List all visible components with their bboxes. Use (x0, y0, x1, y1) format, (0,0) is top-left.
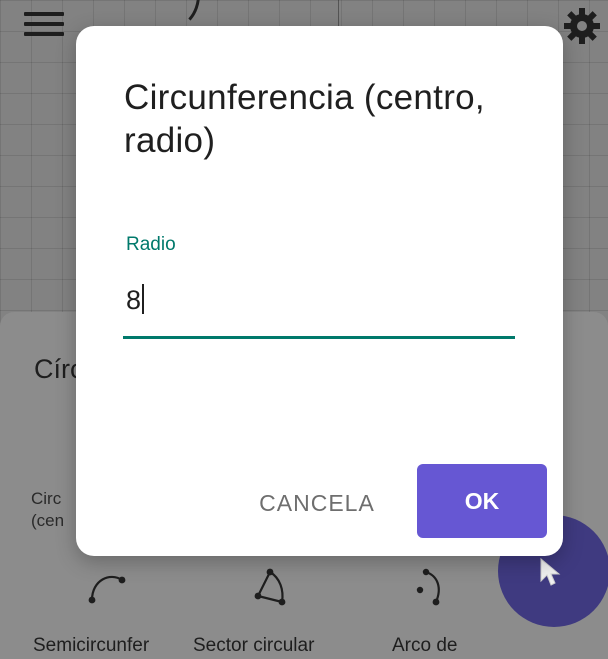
radius-input-underline (123, 336, 515, 339)
tool-label-line2: (cen (31, 511, 65, 530)
arc-icon[interactable] (412, 566, 452, 606)
tool-label-arc[interactable]: Arco de (392, 635, 457, 657)
circular-sector-icon[interactable] (250, 566, 290, 606)
tool-label-line1: Circ (31, 489, 62, 508)
radius-input-value: 8 (126, 285, 142, 315)
gear-icon[interactable] (562, 6, 602, 46)
dialog-title: Circunferencia (centro, radio) (124, 78, 485, 160)
tool-label-semicircle[interactable]: Semicircunfer (33, 635, 149, 657)
text-caret (142, 284, 145, 314)
ok-button[interactable]: OK (417, 464, 547, 538)
tool-circle-center-radius[interactable]: Circ (cen (31, 488, 64, 532)
radius-dialog: Circunferencia (centro, radio) Radio 8 C… (76, 26, 563, 556)
tool-label-sector[interactable]: Sector circular (193, 635, 314, 657)
pointer-icon (540, 557, 561, 586)
radius-field-label: Radio (126, 234, 176, 255)
semicircle-icon[interactable] (86, 566, 126, 606)
menu-icon[interactable] (24, 12, 64, 42)
cancel-button[interactable]: CANCELA (242, 481, 392, 525)
radius-input[interactable]: 8 (126, 284, 145, 316)
